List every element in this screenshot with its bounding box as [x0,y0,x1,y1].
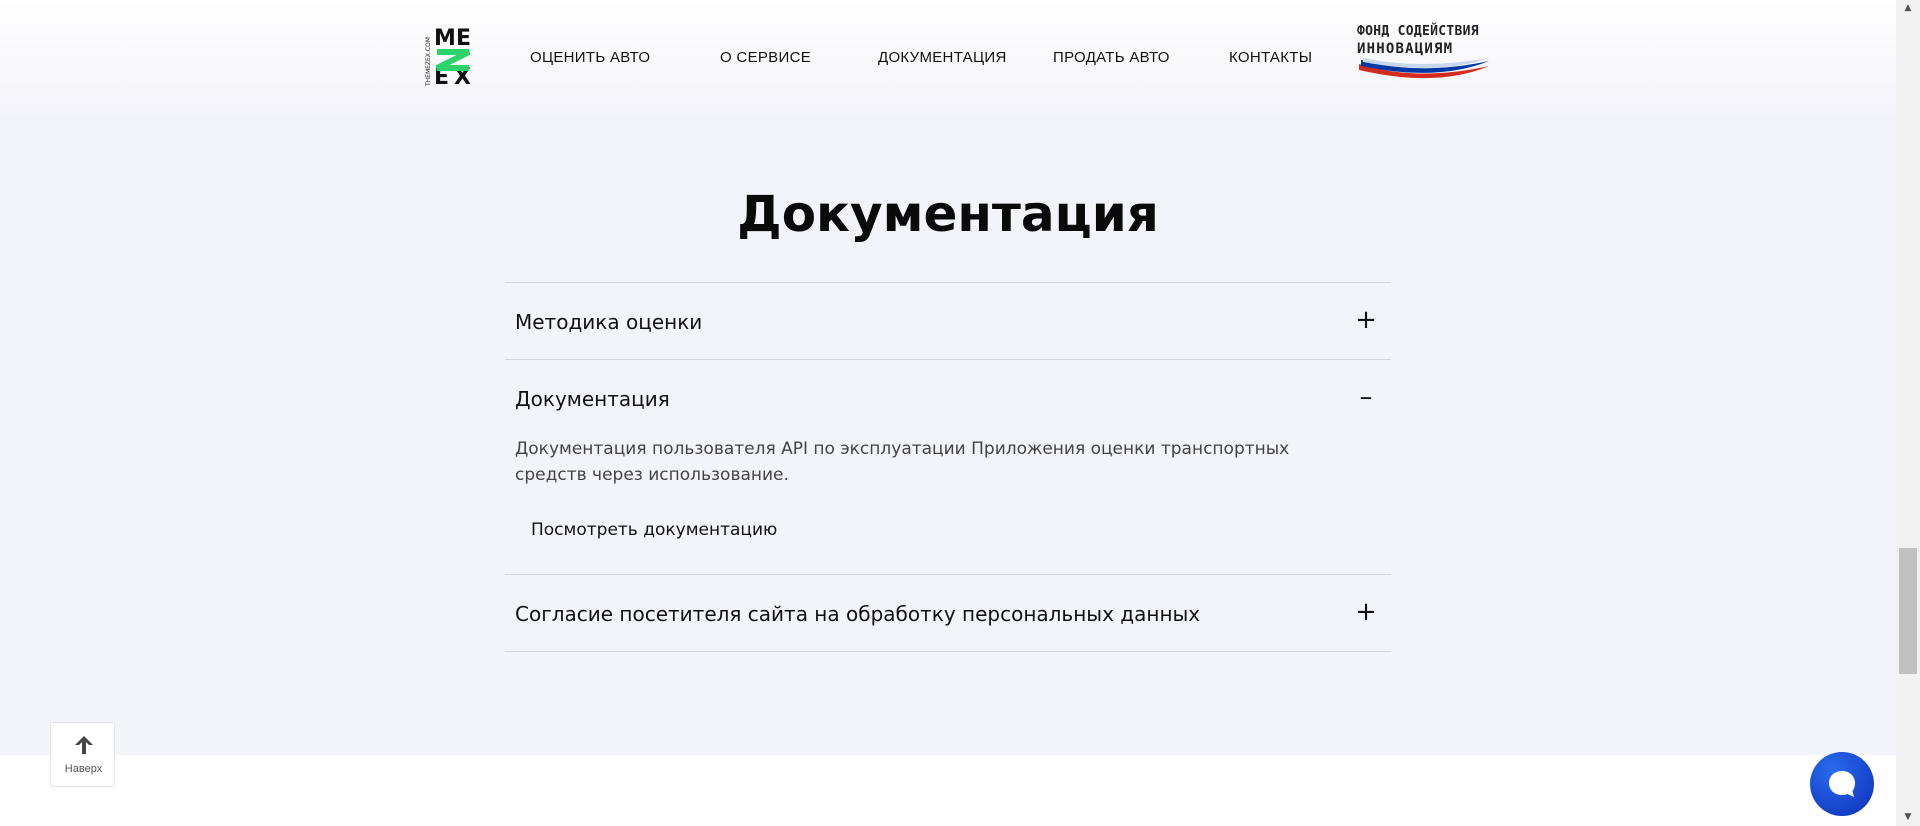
logo-vertical-text: THEMEZEX.COM [425,37,432,87]
partner-logo-line1: ФОНД СОДЕЙСТВИЯ [1357,24,1479,39]
scroll-arrow-down-icon[interactable]: ▼ [1896,809,1920,826]
nav-item-evaluate[interactable]: ОЦЕНИТЬ АВТО [530,49,650,67]
scroll-to-top-button[interactable]: Наверх [50,722,115,787]
arrow-up-icon [75,736,93,754]
scroll-arrow-up-icon[interactable]: ▲ [1896,0,1920,17]
accordion-body-documentation: Документация пользователя API по эксплуа… [505,436,1391,574]
accordion-header-methodology[interactable]: Методика оценки + [505,283,1391,359]
accordion-item-consent: Согласие посетителя сайта на обработку п… [505,575,1391,652]
page: THEMEZEX.COM M E E X ОЦЕНИТЬ АВТО О СЕРВ… [0,0,1896,826]
partner-logo-line2: ИННОВАЦИЯМ [1357,41,1454,57]
accordion-title: Согласие посетителя сайта на обработку п… [515,602,1201,626]
accordion-header-documentation[interactable]: Документация – [505,360,1391,436]
nav-item-contacts[interactable]: КОНТАКТЫ [1229,49,1312,67]
accordion-description: Документация пользователя API по эксплуа… [515,439,1290,485]
site-header: THEMEZEX.COM M E E X ОЦЕНИТЬ АВТО О СЕРВ… [0,0,1896,118]
accordion-title: Методика оценки [515,310,703,334]
minus-icon[interactable]: – [1355,384,1377,410]
documentation-accordion: Методика оценки + Документация – Докумен… [505,282,1391,652]
nav-item-about[interactable]: О СЕРВИСЕ [720,49,811,67]
svg-text:E: E [456,26,471,51]
scrollbar-thumb[interactable] [1899,548,1917,674]
accordion-item-methodology: Методика оценки + [505,283,1391,360]
accordion-item-documentation: Документация – Документация пользователя… [505,360,1391,575]
accordion-header-consent[interactable]: Согласие посетителя сайта на обработку п… [505,575,1391,651]
flag-swoosh-icon [1359,58,1489,79]
nav-item-documentation[interactable]: ДОКУМЕНТАЦИЯ [878,49,1007,67]
plus-icon[interactable]: + [1355,307,1377,333]
plus-icon[interactable]: + [1355,599,1377,625]
scroll-to-top-label: Наверх [64,763,103,775]
view-documentation-link[interactable]: Посмотреть документацию [531,520,777,540]
svg-text:M: M [434,26,456,51]
page-title: Документация [737,185,1159,243]
chat-bubble-icon [1829,771,1855,797]
chat-button[interactable] [1810,752,1874,816]
site-logo[interactable]: THEMEZEX.COM M E E X [425,24,481,88]
accordion-title: Документация [515,387,670,411]
vertical-scrollbar[interactable]: ▲ ▼ [1896,0,1920,826]
partner-logo[interactable]: ФОНД СОДЕЙСТВИЯ ИННОВАЦИЯМ [1357,24,1491,88]
nav-item-sell[interactable]: ПРОДАТЬ АВТО [1053,49,1170,67]
